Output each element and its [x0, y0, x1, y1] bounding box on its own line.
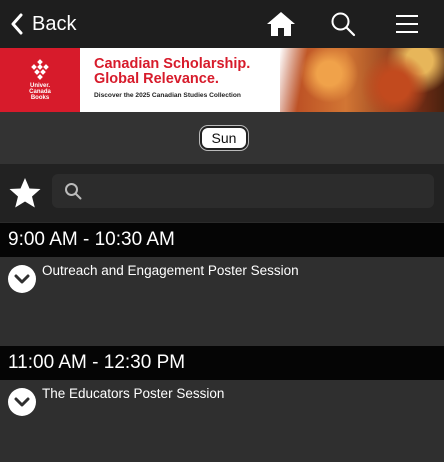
day-button-sun[interactable]: Sun	[200, 126, 248, 150]
session-title: Outreach and Engagement Poster Session	[42, 263, 299, 278]
banner-text: Canadian Scholarship. Global Relevance. …	[94, 56, 304, 100]
session-search-box[interactable]	[52, 174, 434, 208]
maple-leaf-icon	[31, 59, 49, 80]
back-button[interactable]: Back	[10, 8, 76, 40]
search-button[interactable]	[328, 10, 358, 38]
favorites-toggle[interactable]	[8, 176, 42, 215]
banner-headline-2: Global Relevance.	[94, 71, 219, 87]
search-icon	[331, 12, 356, 37]
chevron-left-icon	[11, 13, 23, 35]
time-slot-header: 11:00 AM - 12:30 PM	[0, 346, 444, 380]
banner-headline-1: Canadian Scholarship.	[94, 56, 251, 72]
star-icon	[9, 178, 41, 208]
logo-text: Univer. Canada Books	[29, 83, 51, 101]
publisher-logo: Univer. Canada Books	[0, 48, 80, 112]
advertisement-banner[interactable]: Univer. Canada Books Canadian Scholarshi…	[0, 48, 444, 112]
hamburger-menu-icon	[396, 15, 418, 33]
back-label: Back	[32, 12, 77, 35]
top-navigation-bar: Back	[0, 0, 444, 48]
search-input[interactable]	[90, 178, 420, 204]
chevron-down-icon	[14, 397, 30, 407]
home-button[interactable]	[266, 10, 296, 38]
filter-row	[0, 164, 444, 222]
search-icon	[65, 183, 82, 200]
day-selector-row: Sun	[0, 112, 444, 164]
expand-button[interactable]	[8, 388, 36, 416]
session-item[interactable]: The Educators Poster Session	[0, 380, 444, 462]
menu-button[interactable]	[392, 10, 422, 38]
autumn-foliage-photo	[280, 48, 444, 112]
time-slot-header: 9:00 AM - 10:30 AM	[0, 223, 444, 257]
banner-subline: Discover the 2025 Canadian Studies Colle…	[94, 92, 241, 99]
session-title: The Educators Poster Session	[42, 386, 225, 401]
session-item[interactable]: Outreach and Engagement Poster Session	[0, 257, 444, 346]
home-icon	[267, 12, 295, 36]
chevron-down-icon	[14, 274, 30, 284]
expand-button[interactable]	[8, 265, 36, 293]
